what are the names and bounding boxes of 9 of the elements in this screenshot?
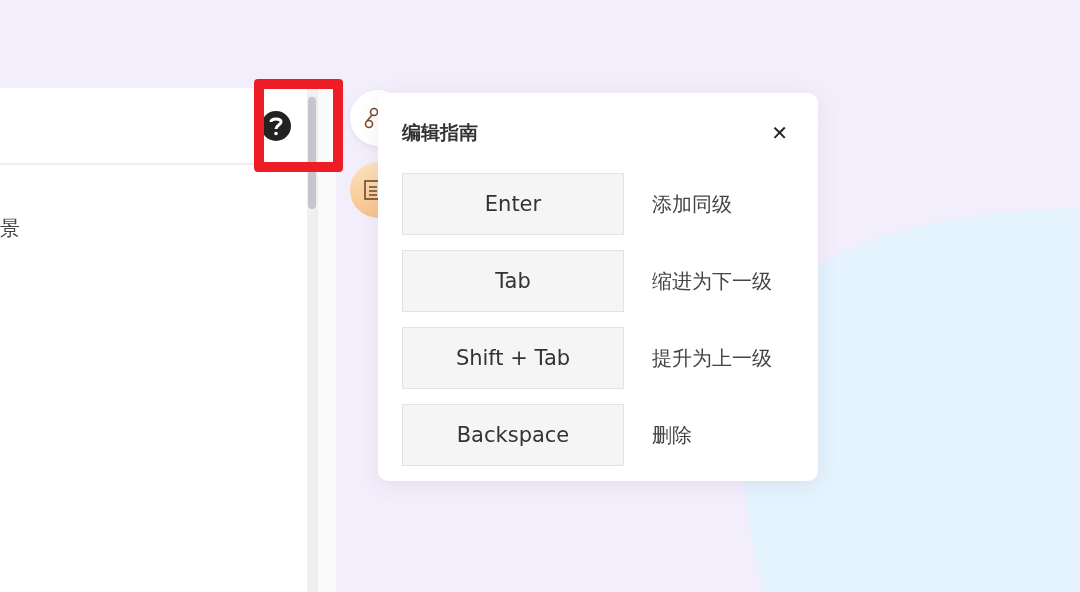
popup-title: 编辑指南: [402, 120, 478, 145]
shortcut-description: 添加同级: [652, 190, 732, 218]
shortcut-description: 缩进为下一级: [652, 267, 772, 295]
shortcut-description: 提升为上一级: [652, 344, 772, 372]
shortcut-key: Shift + Tab: [402, 327, 624, 389]
shortcut-description: 删除: [652, 421, 692, 449]
shortcut-key: Enter: [402, 173, 624, 235]
shortcut-key: Backspace: [402, 404, 624, 466]
shortcut-key: Tab: [402, 250, 624, 312]
